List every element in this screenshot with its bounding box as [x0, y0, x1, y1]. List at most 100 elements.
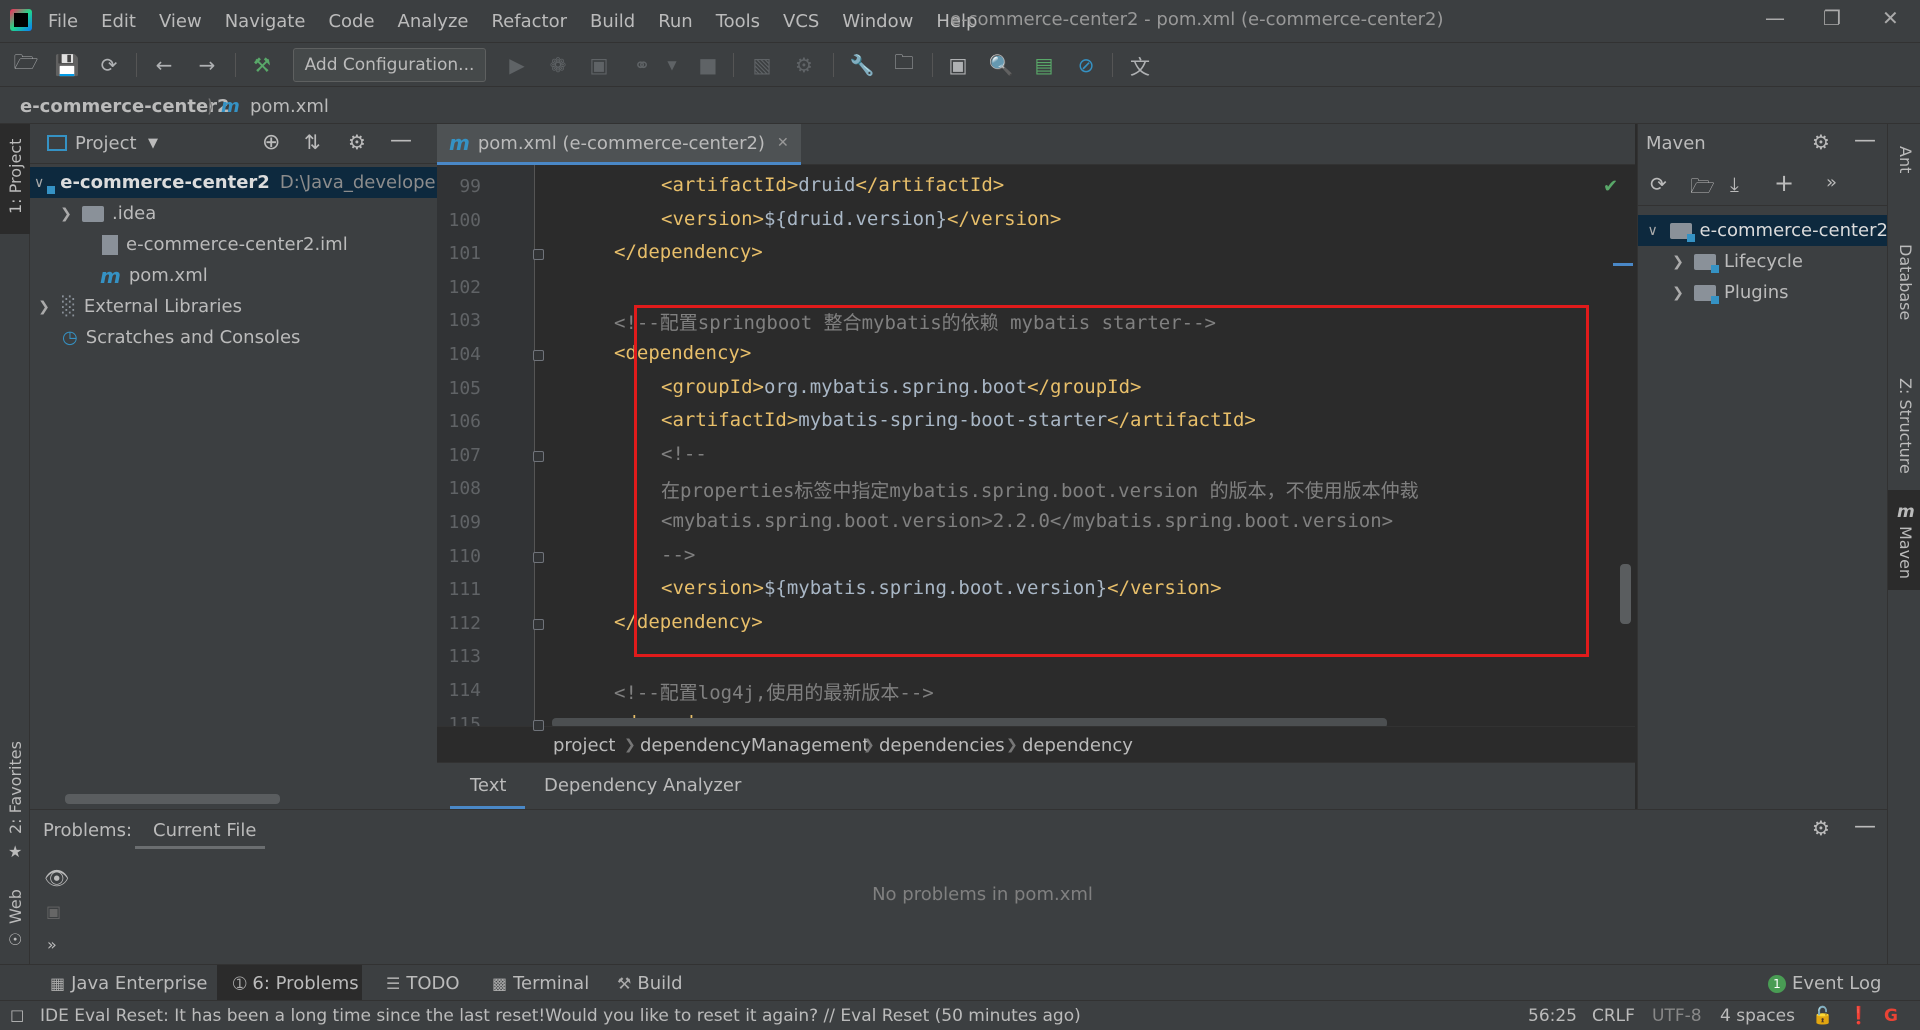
search-icon[interactable]: 🔍 — [989, 53, 1014, 77]
menu-run[interactable]: Run — [658, 11, 693, 32]
tool-todo[interactable]: ☰ TODO — [386, 973, 460, 994]
maven-tree-plugins[interactable]: ❯ Plugins — [1668, 277, 1788, 308]
breadcrumb-dependencies[interactable]: dependencies — [879, 735, 1005, 756]
menu-edit[interactable]: Edit — [101, 11, 136, 32]
debug-icon[interactable]: ❁ — [546, 53, 570, 77]
collapse-all-icon[interactable]: ⇅ — [304, 130, 321, 154]
generate-sources-icon[interactable]: 🗁 — [1690, 172, 1715, 206]
lock-icon[interactable]: 🔓 — [1812, 1006, 1833, 1026]
breadcrumb-dependency-management[interactable]: dependencyManagement — [640, 735, 869, 756]
no-entry-icon[interactable]: ⊘ — [1074, 53, 1098, 77]
menu-analyze[interactable]: Analyze — [398, 11, 469, 32]
sync-icon[interactable]: ⟳ — [97, 53, 121, 77]
attach-icon[interactable]: ▧ — [750, 53, 774, 77]
caret-position[interactable]: 56:25 — [1528, 1006, 1577, 1026]
threads-icon[interactable]: ⚙ — [792, 53, 816, 77]
gear-icon[interactable]: ⚙ — [348, 130, 366, 154]
maven-tree-project[interactable]: ∨ e-commerce-center2 — [1638, 215, 1888, 246]
add-icon[interactable]: + — [1774, 169, 1794, 197]
database-tool-tab[interactable]: Database — [1896, 244, 1915, 320]
close-icon[interactable]: ✕ — [1882, 6, 1899, 30]
project-panel-title[interactable]: Project — [75, 133, 137, 154]
translate-icon[interactable]: 文 — [1128, 53, 1152, 79]
hide-icon[interactable]: — — [390, 128, 412, 153]
profile-icon[interactable]: ⚭ — [630, 53, 654, 77]
locate-icon[interactable]: ⊕ — [262, 130, 280, 155]
stop-icon[interactable]: ■ — [696, 53, 720, 77]
menu-view[interactable]: View — [159, 11, 202, 32]
maven-tree-lifecycle[interactable]: ❯ Lifecycle — [1668, 246, 1803, 277]
minimize-icon[interactable]: — — [1765, 6, 1785, 30]
monitor-icon[interactable]: ▤ — [1032, 53, 1056, 77]
tree-item-external-libraries[interactable]: ❯ ░ External Libraries — [30, 291, 242, 322]
maven-tool-tab[interactable]: Maven — [1896, 526, 1915, 579]
terminal-window-icon[interactable]: ▣ — [946, 53, 970, 77]
fold-marker-icon[interactable] — [533, 350, 544, 361]
horizontal-scrollbar[interactable] — [65, 794, 280, 804]
web-tool-tab[interactable]: Web — [6, 889, 25, 924]
chevron-down-icon[interactable]: ▼ — [660, 53, 684, 77]
hide-icon[interactable]: — — [1854, 814, 1876, 839]
gear-icon[interactable]: ⚙ — [1812, 816, 1830, 840]
menu-window[interactable]: Window — [842, 11, 913, 32]
tab-pom-xml[interactable]: m pom.xml (e-commerce-center2) ✕ — [437, 124, 801, 165]
fold-marker-icon[interactable] — [533, 618, 544, 630]
coverage-icon[interactable]: ▣ — [587, 53, 611, 77]
favorites-tool-tab[interactable]: 2: Favorites — [6, 741, 25, 834]
chevron-right-icon[interactable]: ❯ — [1668, 285, 1688, 301]
menu-tools[interactable]: Tools — [716, 11, 760, 32]
more-icon[interactable]: » — [47, 935, 57, 954]
status-message[interactable]: IDE Eval Reset: It has been a long time … — [40, 1006, 1081, 1026]
structure-tool-tab[interactable]: Z: Structure — [1896, 378, 1915, 474]
restore-icon[interactable]: ❐ — [1823, 6, 1841, 30]
menu-build[interactable]: Build — [590, 11, 635, 32]
add-configuration-button[interactable]: Add Configuration... — [293, 48, 486, 82]
fold-marker-icon[interactable] — [533, 450, 544, 462]
breadcrumb-dependency[interactable]: dependency — [1022, 735, 1133, 756]
hide-icon[interactable]: — — [1854, 128, 1876, 153]
tree-item-idea[interactable]: ❯ .idea — [56, 198, 156, 229]
file-encoding[interactable]: UTF-8 — [1652, 1006, 1702, 1026]
google-icon[interactable]: G — [1884, 1006, 1898, 1026]
build-hammer-icon[interactable]: ⚒ — [250, 53, 274, 77]
gear-icon[interactable]: ⚙ — [1812, 130, 1830, 154]
tab-current-file[interactable]: Current File — [153, 820, 256, 841]
forward-arrow-icon[interactable]: → — [195, 53, 219, 77]
back-arrow-icon[interactable]: ← — [152, 53, 176, 77]
tab-dependency-analyzer[interactable]: Dependency Analyzer — [544, 775, 741, 796]
error-icon[interactable]: ❗ — [1848, 1006, 1869, 1026]
tab-text[interactable]: Text — [470, 775, 506, 796]
menu-refactor[interactable]: Refactor — [491, 11, 567, 32]
tool-problems[interactable]: ➀ 6: Problems — [233, 973, 359, 994]
status-panel-icon[interactable]: □ — [10, 1006, 24, 1024]
reload-icon[interactable]: ⟳ — [1650, 172, 1667, 196]
line-separator[interactable]: CRLF — [1592, 1006, 1635, 1026]
menu-vcs[interactable]: VCS — [783, 11, 819, 32]
wrench-icon[interactable]: 🔧 — [850, 53, 875, 77]
indent-setting[interactable]: 4 spaces — [1720, 1006, 1795, 1026]
ant-tool-tab[interactable]: Ant — [1896, 146, 1915, 173]
vertical-scrollbar[interactable] — [1620, 564, 1631, 624]
tree-item-pom[interactable]: m pom.xml — [100, 260, 208, 291]
menu-code[interactable]: Code — [328, 11, 374, 32]
chevron-right-icon[interactable]: ❯ — [1668, 254, 1688, 270]
project-tool-tab[interactable]: 1: Project — [6, 139, 25, 214]
fold-marker-icon[interactable] — [533, 719, 544, 731]
more-icon[interactable]: » — [1826, 172, 1837, 193]
chevron-down-icon[interactable]: ∨ — [1643, 223, 1662, 239]
project-structure-icon[interactable]: 🗀 — [892, 50, 916, 77]
tool-terminal[interactable]: ▩ Terminal — [492, 973, 589, 994]
close-icon[interactable]: ✕ — [777, 135, 789, 151]
tree-item-module[interactable]: ∨ e-commerce-center2 D:\Java_developer — [30, 167, 443, 198]
chevron-down-icon[interactable]: ∨ — [34, 175, 44, 191]
breadcrumb-project[interactable]: project — [553, 735, 615, 756]
save-icon[interactable]: 💾 — [55, 53, 80, 77]
open-folder-icon[interactable]: 🗁 — [14, 50, 39, 77]
nav-file[interactable]: pom.xml — [250, 96, 329, 117]
chevron-down-icon[interactable]: ▼ — [148, 136, 158, 151]
fold-marker-icon[interactable] — [533, 551, 544, 563]
chevron-right-icon[interactable]: ❯ — [56, 206, 76, 222]
chevron-right-icon[interactable]: ❯ — [34, 299, 54, 315]
nav-project[interactable]: e-commerce-center2 — [20, 96, 230, 117]
tree-item-scratches[interactable]: ◷ Scratches and Consoles — [62, 322, 300, 353]
